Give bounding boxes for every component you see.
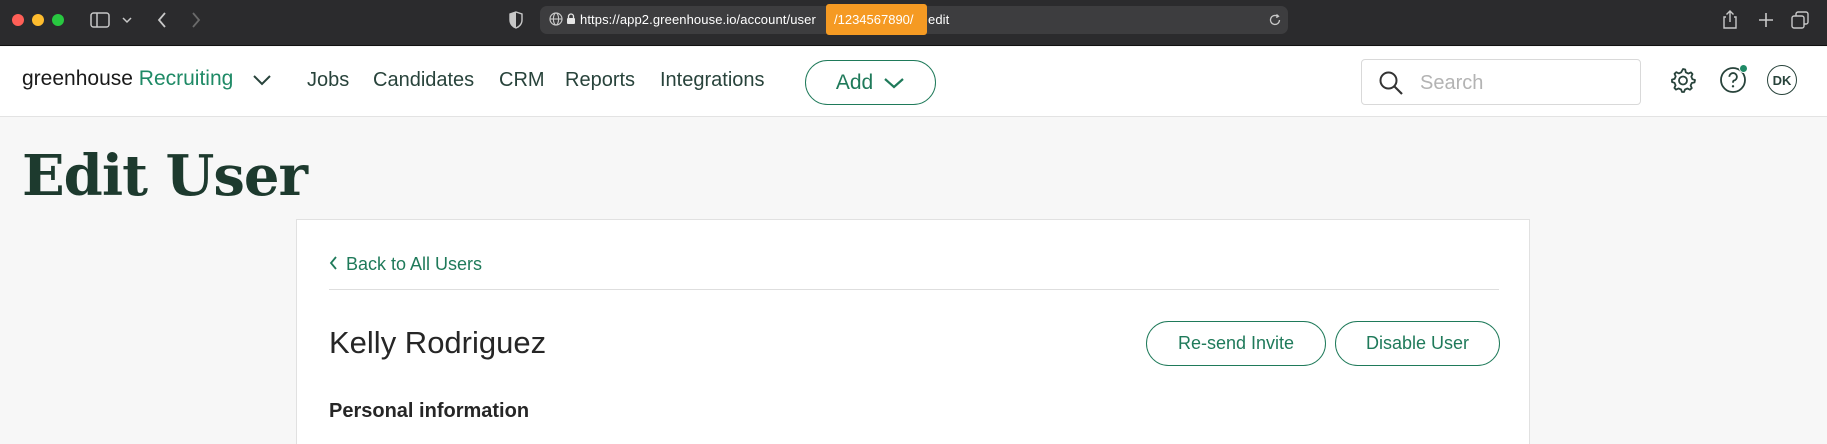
search-icon xyxy=(1378,70,1404,101)
url-text: https://app2.greenhouse.io/account/user xyxy=(580,12,816,27)
chevron-down-icon[interactable] xyxy=(122,16,132,24)
user-card: Back to All Users Kelly Rodriguez Re-sen… xyxy=(296,219,1530,444)
reload-icon[interactable] xyxy=(1268,13,1282,27)
add-button[interactable]: Add xyxy=(805,60,936,105)
resend-invite-button[interactable]: Re-send Invite xyxy=(1146,321,1326,366)
back-to-users-link[interactable]: Back to All Users xyxy=(329,254,482,275)
nav-jobs[interactable]: Jobs xyxy=(307,69,349,92)
privacy-shield-icon[interactable] xyxy=(509,11,523,29)
divider xyxy=(329,289,1499,290)
close-window-button[interactable] xyxy=(12,14,24,26)
sidebar-toggle-icon[interactable] xyxy=(90,12,110,28)
nav-crm[interactable]: CRM xyxy=(499,69,545,92)
forward-arrow-icon[interactable] xyxy=(190,11,202,29)
nav-reports[interactable]: Reports xyxy=(565,69,635,92)
nav-candidates[interactable]: Candidates xyxy=(373,69,474,92)
user-name: Kelly Rodriguez xyxy=(329,325,547,360)
gear-icon[interactable] xyxy=(1669,66,1697,99)
add-button-label: Add xyxy=(835,70,874,94)
chevron-down-icon[interactable] xyxy=(252,73,272,91)
section-title-personal-info: Personal information xyxy=(329,400,530,422)
back-arrow-icon[interactable] xyxy=(156,11,168,29)
url-suffix: edit xyxy=(928,12,950,27)
minimize-window-button[interactable] xyxy=(32,14,44,26)
chevron-left-icon xyxy=(329,254,338,275)
url-highlight-box: /1234567890/ xyxy=(826,4,927,35)
nav-integrations[interactable]: Integrations xyxy=(660,69,765,92)
app-header: greenhouse Recruiting Jobs Candidates CR… xyxy=(0,47,1827,117)
url-highlight-text: /1234567890/ xyxy=(834,12,914,27)
share-icon[interactable] xyxy=(1722,10,1738,30)
search-field[interactable] xyxy=(1361,59,1641,105)
new-tab-icon[interactable] xyxy=(1758,12,1774,28)
notification-dot xyxy=(1739,64,1748,73)
tab-overview-icon[interactable] xyxy=(1791,11,1809,29)
brand-name: greenhouse xyxy=(22,67,133,90)
search-input[interactable] xyxy=(1420,70,1620,96)
zoom-window-button[interactable] xyxy=(52,14,64,26)
page-title: Edit User xyxy=(22,143,308,209)
lock-icon xyxy=(566,13,576,25)
globe-icon xyxy=(549,12,563,26)
back-link-label: Back to All Users xyxy=(346,254,483,274)
brand-product: Recruiting xyxy=(138,67,234,90)
disable-user-button[interactable]: Disable User xyxy=(1335,321,1500,366)
chevron-down-icon xyxy=(883,71,905,95)
avatar[interactable]: DK xyxy=(1767,65,1797,95)
brand-logo[interactable]: greenhouse Recruiting xyxy=(22,67,233,91)
